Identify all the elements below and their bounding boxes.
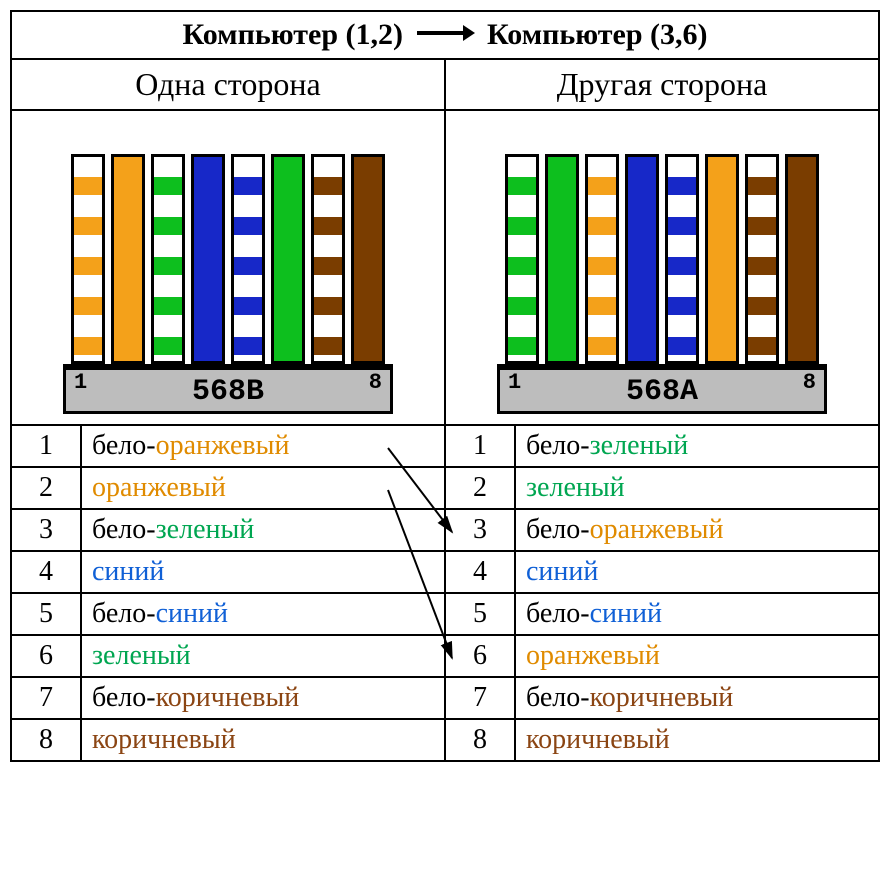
pin-number: 4 bbox=[446, 552, 516, 592]
title-left: Компьютер (1,2) bbox=[182, 18, 403, 52]
color-name-left: бело-коричневый bbox=[82, 678, 446, 718]
color-name-left: зеленый bbox=[82, 636, 446, 676]
pin-number: 6 bbox=[446, 636, 516, 676]
pin-number: 2 bbox=[446, 468, 516, 508]
wire bbox=[585, 154, 619, 364]
wire bbox=[625, 154, 659, 364]
color-name-right: коричневый bbox=[516, 720, 878, 760]
wire bbox=[545, 154, 579, 364]
wire bbox=[505, 154, 539, 364]
standard-label: 568B bbox=[66, 375, 390, 409]
pin-number: 1 bbox=[12, 426, 82, 466]
header-left: Одна сторона bbox=[12, 60, 446, 109]
pin-number: 2 bbox=[12, 468, 82, 508]
color-name-right: синий bbox=[516, 552, 878, 592]
connector-568a: 1 8 568A bbox=[497, 154, 827, 414]
wire bbox=[785, 154, 819, 364]
pinout-row: 8коричневый8коричневый bbox=[12, 720, 878, 760]
color-name-left: синий bbox=[82, 552, 446, 592]
wire bbox=[705, 154, 739, 364]
pin-number: 7 bbox=[12, 678, 82, 718]
pinout-row: 4синий4синий bbox=[12, 552, 878, 594]
crossover-cable-diagram: Компьютер (1,2) Компьютер (3,6) Одна сто… bbox=[10, 10, 880, 762]
connector-right-cell: 1 8 568A bbox=[446, 111, 878, 424]
pin-number: 5 bbox=[12, 594, 82, 634]
color-name-left: бело-синий bbox=[82, 594, 446, 634]
wire bbox=[71, 154, 105, 364]
color-name-left: бело-оранжевый bbox=[82, 426, 446, 466]
title-row: Компьютер (1,2) Компьютер (3,6) bbox=[12, 12, 878, 60]
pin-number: 4 bbox=[12, 552, 82, 592]
pin-number: 1 bbox=[446, 426, 516, 466]
color-name-right: бело-зеленый bbox=[516, 426, 878, 466]
pinout-row: 6зеленый6оранжевый bbox=[12, 636, 878, 678]
plug-left: 1 8 568B bbox=[63, 364, 393, 414]
arrow-right-icon bbox=[415, 22, 475, 44]
color-name-left: оранжевый bbox=[82, 468, 446, 508]
connector-left-cell: 1 8 568B bbox=[12, 111, 446, 424]
plug-right: 1 8 568A bbox=[497, 364, 827, 414]
column-headers: Одна сторона Другая сторона bbox=[12, 60, 878, 111]
wire bbox=[745, 154, 779, 364]
wire bbox=[111, 154, 145, 364]
pin-number: 8 bbox=[446, 720, 516, 760]
pin-number: 3 bbox=[446, 510, 516, 550]
color-name-right: бело-оранжевый bbox=[516, 510, 878, 550]
wire bbox=[191, 154, 225, 364]
wires-left bbox=[71, 154, 385, 364]
pinout-row: 5бело-синий5бело-синий bbox=[12, 594, 878, 636]
pinout-row: 2оранжевый2зеленый bbox=[12, 468, 878, 510]
pin-number: 3 bbox=[12, 510, 82, 550]
color-name-left: коричневый bbox=[82, 720, 446, 760]
wire bbox=[231, 154, 265, 364]
color-name-left: бело-зеленый bbox=[82, 510, 446, 550]
wire bbox=[665, 154, 699, 364]
wire bbox=[311, 154, 345, 364]
wires-right bbox=[505, 154, 819, 364]
pinout-row: 3бело-зеленый3бело-оранжевый bbox=[12, 510, 878, 552]
pin-number: 5 bbox=[446, 594, 516, 634]
color-name-right: бело-синий bbox=[516, 594, 878, 634]
standard-label: 568A bbox=[500, 375, 824, 409]
wire bbox=[151, 154, 185, 364]
header-right: Другая сторона bbox=[446, 60, 878, 109]
pin-number: 6 bbox=[12, 636, 82, 676]
color-name-right: оранжевый bbox=[516, 636, 878, 676]
pinout-row: 1бело-оранжевый1бело-зеленый bbox=[12, 426, 878, 468]
pin-number: 7 bbox=[446, 678, 516, 718]
color-name-right: бело-коричневый bbox=[516, 678, 878, 718]
wire bbox=[271, 154, 305, 364]
connector-568b: 1 8 568B bbox=[63, 154, 393, 414]
pinout-table: 1бело-оранжевый1бело-зеленый2оранжевый2з… bbox=[12, 426, 878, 760]
pinout-row: 7бело-коричневый7бело-коричневый bbox=[12, 678, 878, 720]
title-right: Компьютер (3,6) bbox=[487, 18, 708, 52]
wire bbox=[351, 154, 385, 364]
pin-number: 8 bbox=[12, 720, 82, 760]
color-name-right: зеленый bbox=[516, 468, 878, 508]
connector-diagrams: 1 8 568B 1 8 568A bbox=[12, 111, 878, 426]
